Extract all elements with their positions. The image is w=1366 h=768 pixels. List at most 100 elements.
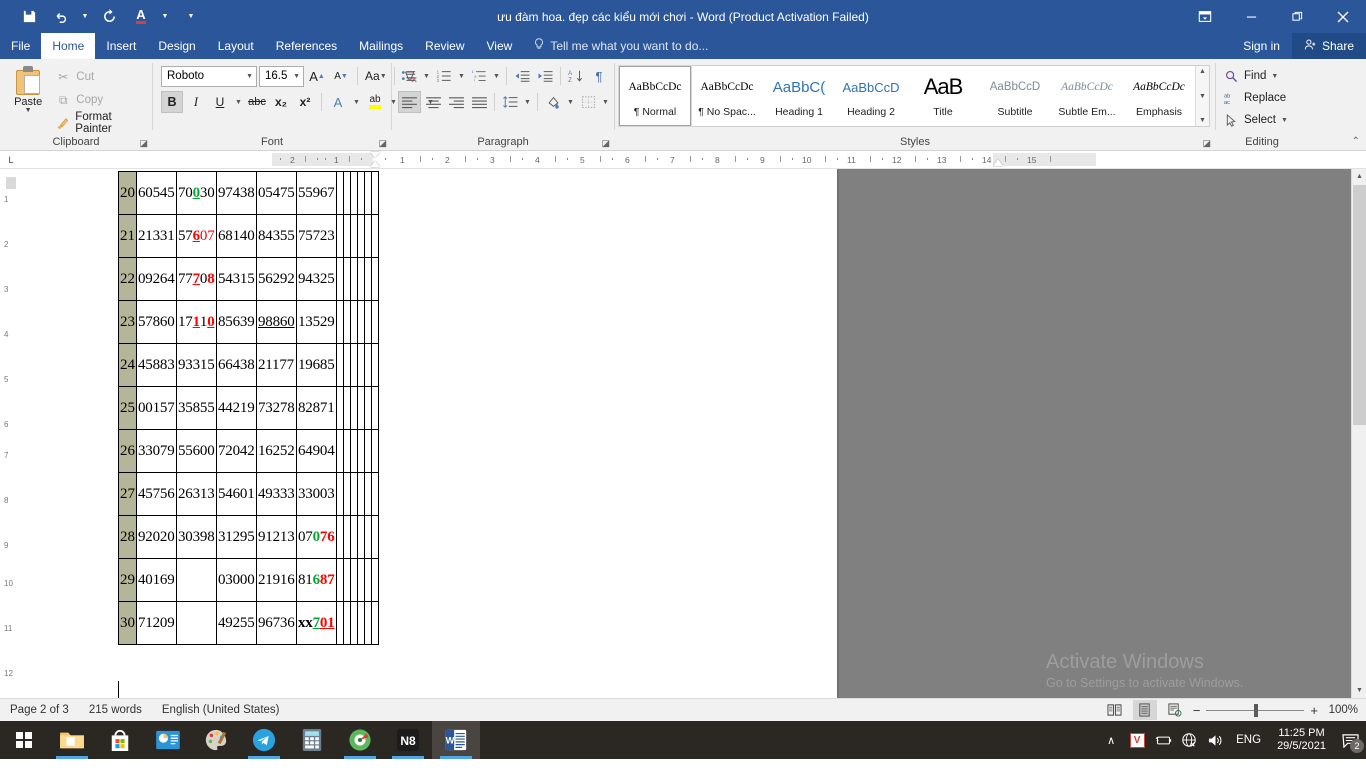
line-spacing-button[interactable]	[499, 91, 521, 113]
empty-cell[interactable]	[343, 558, 351, 602]
font-name-dropdown-icon[interactable]: ▼	[246, 73, 253, 80]
taskbar-file-explorer[interactable]	[48, 721, 96, 759]
style-heading-2[interactable]: AaBbCcD Heading 2	[835, 66, 907, 126]
strikethrough-button[interactable]: abc	[246, 91, 268, 113]
redo-icon[interactable]	[94, 4, 124, 30]
increase-indent-button[interactable]	[534, 65, 556, 87]
number-cell[interactable]: 96736	[256, 601, 297, 645]
gallery-scroll-down-icon[interactable]: ▼	[1199, 93, 1206, 100]
scrollbar-thumb[interactable]	[1353, 185, 1366, 425]
taskbar-telegram[interactable]	[240, 721, 288, 759]
empty-cell[interactable]	[336, 515, 344, 559]
horizontal-ruler[interactable]: 2 1 1 2 3 4 5 6 7 8 9 10 11 12 13 14 15	[272, 152, 1096, 167]
notification-center-button[interactable]: 2	[1334, 721, 1366, 759]
number-cell[interactable]: 91213	[256, 515, 297, 559]
number-cell[interactable]: 75723	[296, 214, 337, 258]
right-indent-marker[interactable]	[993, 159, 1003, 166]
first-line-indent-marker[interactable]	[370, 152, 380, 158]
table-row[interactable]: 26 33079 55600 72042 16252 64904	[118, 429, 379, 473]
table-row[interactable]: 20 60545 70030 97438 05475 55967	[118, 171, 379, 215]
table-row[interactable]: 28 92020 30398 31295 91213 07076	[118, 515, 379, 559]
table-row[interactable]: 23 57860 17110 85639 98860 13529	[118, 300, 379, 344]
row-index-cell[interactable]: 23	[118, 300, 137, 344]
empty-cell[interactable]	[336, 300, 344, 344]
number-cell[interactable]: 55600	[176, 429, 217, 473]
borders-dropdown-icon[interactable]: ▼	[600, 91, 611, 113]
zoom-in-icon[interactable]: +	[1310, 703, 1318, 718]
taskbar-microsoft-store[interactable]	[96, 721, 144, 759]
empty-cell[interactable]	[371, 472, 379, 516]
number-cell[interactable]: 00157	[136, 386, 177, 430]
style-emphasis[interactable]: AaBbCcDc Emphasis	[1123, 66, 1195, 126]
row-index-cell[interactable]: 20	[118, 171, 137, 215]
table-row[interactable]: 29 40169 03000 21916 81687	[118, 558, 379, 602]
align-left-button[interactable]	[398, 91, 421, 113]
number-cell[interactable]: 97438	[216, 171, 257, 215]
empty-cell[interactable]	[350, 257, 358, 301]
empty-cell[interactable]	[343, 257, 351, 301]
styles-gallery-scrollbar[interactable]: ▲ ▼ ▼	[1195, 66, 1209, 126]
align-right-button[interactable]	[445, 91, 467, 113]
find-button[interactable]: Find ▼	[1220, 66, 1291, 86]
undo-dropdown-icon[interactable]: ▼	[78, 4, 92, 30]
number-cell[interactable]: 54601	[216, 472, 257, 516]
number-cell[interactable]: 45883	[136, 343, 177, 387]
document-page[interactable]: 20 60545 70030 97438 05475 55967 21 21331 57607…	[22, 169, 837, 698]
tab-review[interactable]: Review	[414, 33, 475, 59]
shading-button[interactable]	[542, 91, 564, 113]
font-dialog-launcher[interactable]: ◪	[378, 138, 387, 149]
taskbar-paint[interactable]	[192, 721, 240, 759]
row-index-cell[interactable]: 24	[118, 343, 137, 387]
empty-cell[interactable]	[343, 171, 351, 215]
tab-insert[interactable]: Insert	[95, 33, 147, 59]
bullets-button[interactable]	[398, 65, 420, 87]
style-subtle-emphasis[interactable]: AaBbCcDc Subtle Em...	[1051, 66, 1123, 126]
number-cell[interactable]: 66438	[216, 343, 257, 387]
number-cell[interactable]: 21331	[136, 214, 177, 258]
row-index-cell[interactable]: 28	[118, 515, 137, 559]
empty-cell[interactable]	[364, 171, 372, 215]
number-cell[interactable]: 49255	[216, 601, 257, 645]
number-cell[interactable]: 45756	[136, 472, 177, 516]
empty-cell[interactable]	[371, 558, 379, 602]
decrease-indent-button[interactable]	[511, 65, 533, 87]
empty-cell[interactable]	[343, 601, 351, 645]
empty-cell[interactable]	[357, 558, 365, 602]
font-size-dropdown-icon[interactable]: ▼	[293, 73, 300, 80]
underline-button[interactable]: U	[209, 91, 231, 113]
cut-button[interactable]: ✂ Cut	[52, 67, 148, 87]
close-button[interactable]	[1320, 0, 1366, 33]
number-cell[interactable]: 68140	[216, 214, 257, 258]
undo-icon[interactable]	[46, 4, 76, 30]
number-cell[interactable]: 56292	[256, 257, 297, 301]
zoom-out-icon[interactable]: −	[1193, 703, 1201, 718]
paste-button[interactable]: Paste ▼	[4, 64, 52, 114]
number-cell[interactable]: 44219	[216, 386, 257, 430]
number-cell[interactable]: 93315	[176, 343, 217, 387]
empty-cell[interactable]	[371, 300, 379, 344]
tab-home[interactable]: Home	[41, 33, 96, 59]
taskbar-calculator[interactable]	[288, 721, 336, 759]
ribbon-display-options-icon[interactable]	[1182, 0, 1228, 33]
number-cell[interactable]: 60545	[136, 171, 177, 215]
empty-cell[interactable]	[364, 257, 372, 301]
gallery-scroll-up-icon[interactable]: ▲	[1199, 68, 1206, 75]
number-cell[interactable]: 13529	[296, 300, 337, 344]
empty-cell[interactable]	[343, 214, 351, 258]
font-color-dropdown-icon[interactable]: ▼	[158, 4, 172, 30]
start-button[interactable]	[0, 721, 48, 759]
tab-view[interactable]: View	[476, 33, 524, 59]
page-number-status[interactable]: Page 2 of 3	[0, 704, 79, 716]
table-row[interactable]: 25 00157 35855 44219 73278 82871	[118, 386, 379, 430]
bold-button[interactable]: B	[161, 91, 183, 113]
number-cell[interactable]: 54315	[216, 257, 257, 301]
scroll-down-icon[interactable]: ▼	[1352, 683, 1366, 698]
hanging-indent-marker[interactable]	[370, 161, 380, 167]
number-cell[interactable]: 07076	[296, 515, 337, 559]
number-cell[interactable]: 03000	[216, 558, 257, 602]
empty-cell[interactable]	[357, 257, 365, 301]
empty-cell[interactable]	[357, 343, 365, 387]
empty-cell[interactable]	[371, 343, 379, 387]
shading-dropdown-icon[interactable]: ▼	[565, 91, 576, 113]
empty-cell[interactable]	[350, 214, 358, 258]
